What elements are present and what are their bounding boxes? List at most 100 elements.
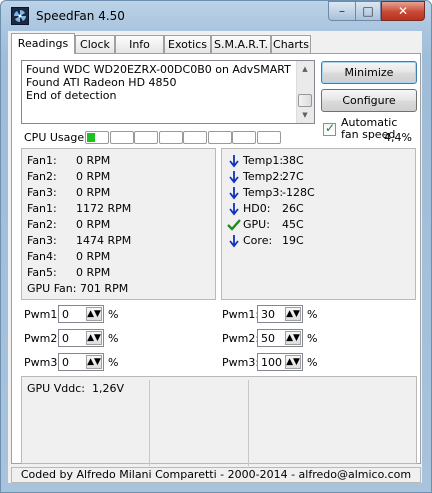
pwm1-left-spinner[interactable]: 0 ▲▼ <box>58 305 104 323</box>
arrow-down-icon <box>229 187 239 200</box>
pwm-value[interactable]: 0 <box>62 308 69 321</box>
scroll-down-icon[interactable]: ▼ <box>297 107 313 123</box>
cpu-meter-segment <box>207 131 232 144</box>
temp-label: Temp2: <box>243 170 284 183</box>
cpu-meter-segment <box>109 131 134 144</box>
fan-label: Fan3: <box>27 234 57 247</box>
pwm1-right-spinner[interactable]: 30 ▲▼ <box>257 305 303 323</box>
fan-label: Fan1: <box>27 202 57 215</box>
arrow-down-icon <box>229 171 239 184</box>
pwm-value[interactable]: 50 <box>261 332 275 345</box>
temp-value: 19C <box>282 234 304 247</box>
spin-arrows-icon[interactable]: ▲▼ <box>86 307 102 321</box>
voltage-value: 1,26V <box>92 382 125 395</box>
cpu-meter-segment <box>134 131 158 144</box>
pwm-label: Pwm2: <box>222 332 260 345</box>
checkmark-icon: ✓ <box>325 121 336 135</box>
pwm-label: Pwm3: <box>24 356 62 369</box>
pwm-value[interactable]: 0 <box>62 356 69 369</box>
pwm-label: Pwm3: <box>222 356 260 369</box>
temp-label: HD0: <box>243 202 271 215</box>
temp-label: GPU: <box>243 218 270 231</box>
close-window-button[interactable]: ✕ <box>381 1 425 21</box>
temp-value: 38C <box>282 154 304 167</box>
temp-label: Core: <box>243 234 273 247</box>
pwm-label: Pwm1: <box>24 308 62 321</box>
log-scrollbar[interactable]: ▲ ▼ <box>296 61 314 123</box>
temp-label: Temp3: <box>243 186 284 199</box>
voltage-column-divider <box>149 380 150 466</box>
scroll-thumb[interactable] <box>298 94 312 107</box>
minimize-button[interactable]: Minimize <box>321 61 417 84</box>
voltage-label: GPU Vddc: <box>27 382 85 395</box>
spin-arrows-icon[interactable]: ▲▼ <box>285 331 301 345</box>
fan-label: Fan2: <box>27 170 57 183</box>
fan-value: 0 RPM <box>76 170 111 183</box>
fan-value: 0 RPM <box>76 266 111 279</box>
pwm-value[interactable]: 30 <box>261 308 275 321</box>
fan-value: 0 RPM <box>76 186 111 199</box>
fan-icon[interactable] <box>11 7 29 25</box>
temp-value: -128C <box>282 186 315 199</box>
fan-value: 0 RPM <box>76 218 111 231</box>
pwm3-left-spinner[interactable]: 0 ▲▼ <box>58 353 104 371</box>
spin-arrows-icon[interactable]: ▲▼ <box>285 307 301 321</box>
pwm3-right-spinner[interactable]: 100 ▲▼ <box>257 353 303 371</box>
temp-label: Temp1: <box>243 154 284 167</box>
cpu-meter-segment <box>183 131 207 144</box>
percent-unit: % <box>108 332 119 345</box>
fans-group: Fan1: 0 RPM Fan2: 0 RPM Fan3: 0 RPM Fan1… <box>21 148 216 300</box>
arrow-down-icon <box>229 235 239 248</box>
percent-unit: % <box>307 332 318 345</box>
temperatures-group: Temp1: 38C Temp2: 27C Temp3: -128C HD0: … <box>221 148 416 300</box>
fan-value: 1172 RPM <box>76 202 132 215</box>
voltages-group: GPU Vddc: 1,26V <box>21 376 417 464</box>
title-bar[interactable]: SpeedFan 4.50 – □ ✕ <box>1 1 431 31</box>
cpu-meter-segment <box>158 131 183 144</box>
temp-value: 27C <box>282 170 304 183</box>
fan-label: Fan1: <box>27 154 57 167</box>
fan-label: Fan2: <box>27 218 57 231</box>
tab-clock[interactable]: Clock <box>75 35 115 53</box>
percent-unit: % <box>108 308 119 321</box>
arrow-down-icon <box>229 203 239 216</box>
fan-value: 0 RPM <box>76 154 111 167</box>
pwm-label: Pwm2: <box>24 332 62 345</box>
configure-button[interactable]: Configure <box>321 89 417 112</box>
tab-charts[interactable]: Charts <box>271 35 311 53</box>
footer-credits: Coded by Alfredo Milani Comparetti - 200… <box>11 467 421 483</box>
spin-arrows-icon[interactable]: ▲▼ <box>285 355 301 369</box>
check-icon <box>227 219 241 231</box>
cpu-meter-segment <box>232 131 256 144</box>
log-line: Found ATI Radeon HD 4850 <box>26 76 177 89</box>
log-line: Found WDC WD20EZRX-00DC0B0 on AdvSMART <box>26 63 291 76</box>
tab-smart[interactable]: S.M.A.R.T. <box>211 35 271 53</box>
percent-unit: % <box>108 356 119 369</box>
voltage-column-divider <box>248 380 249 466</box>
tab-readings[interactable]: Readings <box>11 33 75 54</box>
percent-unit: % <box>307 356 318 369</box>
scroll-up-icon[interactable]: ▲ <box>297 61 313 77</box>
fan-value: 1474 RPM <box>76 234 132 247</box>
tab-exotics[interactable]: Exotics <box>164 35 211 53</box>
spin-arrows-icon[interactable]: ▲▼ <box>86 355 102 369</box>
cpu-meter-segment <box>85 131 109 144</box>
automatic-fan-speed-checkbox[interactable]: ✓ <box>323 121 336 136</box>
arrow-down-icon <box>229 155 239 168</box>
log-line: End of detection <box>26 89 117 102</box>
pwm-label: Pwm1: <box>222 308 260 321</box>
cpu-usage-label: CPU Usage <box>24 131 85 144</box>
maximize-window-button[interactable]: □ <box>355 1 381 21</box>
spin-arrows-icon[interactable]: ▲▼ <box>86 331 102 345</box>
tab-info[interactable]: Info <box>115 35 164 53</box>
pwm-value[interactable]: 100 <box>261 356 282 369</box>
detection-log[interactable]: Found WDC WD20EZRX-00DC0B0 on AdvSMART F… <box>21 60 315 124</box>
pwm2-right-spinner[interactable]: 50 ▲▼ <box>257 329 303 347</box>
pwm-value[interactable]: 0 <box>62 332 69 345</box>
cpu-meter-segment <box>256 131 281 144</box>
minimize-window-button[interactable]: – <box>328 1 355 21</box>
cpu-usage-value: 4,4% <box>384 131 412 144</box>
pwm2-left-spinner[interactable]: 0 ▲▼ <box>58 329 104 347</box>
temp-value: 26C <box>282 202 304 215</box>
fan-value: 0 RPM <box>76 250 111 263</box>
